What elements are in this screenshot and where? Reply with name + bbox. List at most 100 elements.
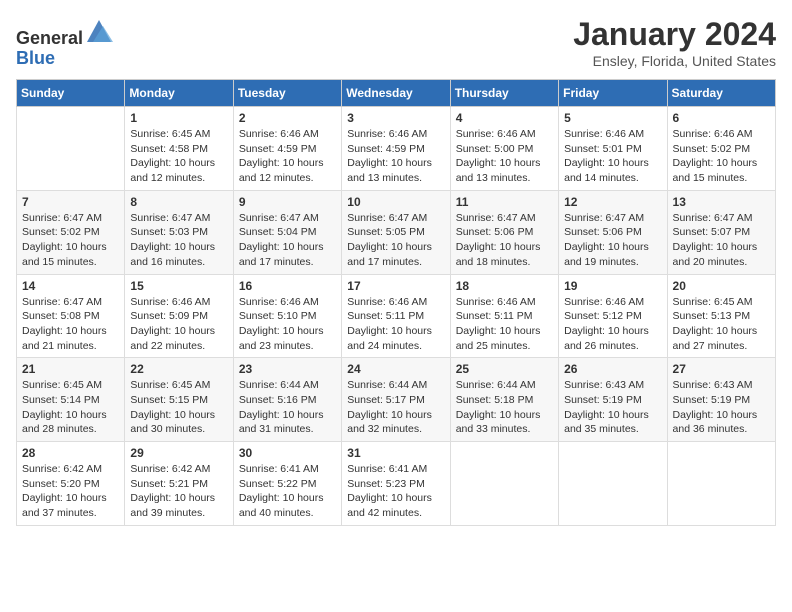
weekday-header-sunday: Sunday	[17, 80, 125, 107]
day-number: 21	[22, 362, 119, 376]
day-number: 17	[347, 279, 444, 293]
calendar-cell: 18 Sunrise: 6:46 AMSunset: 5:11 PMDayligh…	[450, 274, 558, 358]
calendar-body: 1 Sunrise: 6:45 AMSunset: 4:58 PMDaylight…	[17, 107, 776, 526]
calendar-cell: 31 Sunrise: 6:41 AMSunset: 5:23 PMDayligh…	[342, 442, 450, 526]
day-number: 28	[22, 446, 119, 460]
day-info: Sunrise: 6:47 AMSunset: 5:06 PMDaylight:…	[456, 211, 553, 270]
day-number: 30	[239, 446, 336, 460]
calendar-cell: 7 Sunrise: 6:47 AMSunset: 5:02 PMDaylight…	[17, 190, 125, 274]
day-info: Sunrise: 6:46 AMSunset: 5:11 PMDaylight:…	[456, 295, 553, 354]
week-row-1: 1 Sunrise: 6:45 AMSunset: 4:58 PMDaylight…	[17, 107, 776, 191]
day-info: Sunrise: 6:43 AMSunset: 5:19 PMDaylight:…	[673, 378, 770, 437]
day-number: 11	[456, 195, 553, 209]
day-number: 23	[239, 362, 336, 376]
day-info: Sunrise: 6:46 AMSunset: 4:59 PMDaylight:…	[239, 127, 336, 186]
calendar-cell: 3Sunrise: 6:46 AMSunset: 4:59 PMDaylight…	[342, 107, 450, 191]
day-number: 22	[130, 362, 227, 376]
calendar-cell: 24Sunrise: 6:44 AMSunset: 5:17 PMDayligh…	[342, 358, 450, 442]
day-info: Sunrise: 6:47 AMSunset: 5:08 PMDaylight:…	[22, 295, 119, 354]
calendar-cell: 19Sunrise: 6:46 AMSunset: 5:12 PMDayligh…	[559, 274, 667, 358]
day-info: Sunrise: 6:46 AMSunset: 5:11 PMDaylight:…	[347, 295, 444, 354]
day-info: Sunrise: 6:45 AMSunset: 5:14 PMDaylight:…	[22, 378, 119, 437]
calendar-cell: 10 Sunrise: 6:47 AMSunset: 5:05 PMDayligh…	[342, 190, 450, 274]
calendar-cell: 13Sunrise: 6:47 AMSunset: 5:07 PMDayligh…	[667, 190, 775, 274]
calendar-cell: 29 Sunrise: 6:42 AMSunset: 5:21 PMDayligh…	[125, 442, 233, 526]
calendar-cell: 2 Sunrise: 6:46 AMSunset: 4:59 PMDaylight…	[233, 107, 341, 191]
day-info: Sunrise: 6:44 AMSunset: 5:16 PMDaylight:…	[239, 378, 336, 437]
calendar-cell: 25 Sunrise: 6:44 AMSunset: 5:18 PMDayligh…	[450, 358, 558, 442]
logo-general-text: General	[16, 28, 83, 48]
logo-blue-text: Blue	[16, 48, 55, 68]
day-info: Sunrise: 6:47 AMSunset: 5:07 PMDaylight:…	[673, 211, 770, 270]
calendar-cell: 6 Sunrise: 6:46 AMSunset: 5:02 PMDaylight…	[667, 107, 775, 191]
day-number: 27	[673, 362, 770, 376]
day-number: 4	[456, 111, 553, 125]
day-number: 2	[239, 111, 336, 125]
day-number: 1	[130, 111, 227, 125]
day-number: 25	[456, 362, 553, 376]
day-info: Sunrise: 6:47 AMSunset: 5:05 PMDaylight:…	[347, 211, 444, 270]
day-number: 7	[22, 195, 119, 209]
weekday-header-monday: Monday	[125, 80, 233, 107]
day-info: Sunrise: 6:46 AMSunset: 5:09 PMDaylight:…	[130, 295, 227, 354]
calendar-cell: 16Sunrise: 6:46 AMSunset: 5:10 PMDayligh…	[233, 274, 341, 358]
day-info: Sunrise: 6:43 AMSunset: 5:19 PMDaylight:…	[564, 378, 661, 437]
calendar-cell: 15Sunrise: 6:46 AMSunset: 5:09 PMDayligh…	[125, 274, 233, 358]
day-number: 14	[22, 279, 119, 293]
calendar-cell: 21 Sunrise: 6:45 AMSunset: 5:14 PMDayligh…	[17, 358, 125, 442]
day-info: Sunrise: 6:47 AMSunset: 5:02 PMDaylight:…	[22, 211, 119, 270]
location: Ensley, Florida, United States	[573, 53, 776, 69]
day-number: 5	[564, 111, 661, 125]
day-number: 31	[347, 446, 444, 460]
week-row-5: 28 Sunrise: 6:42 AMSunset: 5:20 PMDayligh…	[17, 442, 776, 526]
calendar-cell: 23 Sunrise: 6:44 AMSunset: 5:16 PMDayligh…	[233, 358, 341, 442]
calendar-cell: 8Sunrise: 6:47 AMSunset: 5:03 PMDaylight…	[125, 190, 233, 274]
calendar-cell: 14 Sunrise: 6:47 AMSunset: 5:08 PMDayligh…	[17, 274, 125, 358]
calendar-cell	[450, 442, 558, 526]
day-info: Sunrise: 6:45 AMSunset: 4:58 PMDaylight:…	[130, 127, 227, 186]
month-title: January 2024	[573, 16, 776, 53]
calendar-cell: 4Sunrise: 6:46 AMSunset: 5:00 PMDaylight…	[450, 107, 558, 191]
title-area: January 2024 Ensley, Florida, United Sta…	[573, 16, 776, 69]
calendar: SundayMondayTuesdayWednesdayThursdayFrid…	[16, 79, 776, 526]
calendar-cell: 22 Sunrise: 6:45 AMSunset: 5:15 PMDayligh…	[125, 358, 233, 442]
day-info: Sunrise: 6:44 AMSunset: 5:18 PMDaylight:…	[456, 378, 553, 437]
day-number: 24	[347, 362, 444, 376]
weekday-header-tuesday: Tuesday	[233, 80, 341, 107]
week-row-2: 7 Sunrise: 6:47 AMSunset: 5:02 PMDaylight…	[17, 190, 776, 274]
day-number: 29	[130, 446, 227, 460]
week-row-3: 14 Sunrise: 6:47 AMSunset: 5:08 PMDayligh…	[17, 274, 776, 358]
day-info: Sunrise: 6:41 AMSunset: 5:23 PMDaylight:…	[347, 462, 444, 521]
calendar-cell: 1 Sunrise: 6:45 AMSunset: 4:58 PMDaylight…	[125, 107, 233, 191]
calendar-cell	[17, 107, 125, 191]
week-row-4: 21 Sunrise: 6:45 AMSunset: 5:14 PMDayligh…	[17, 358, 776, 442]
day-info: Sunrise: 6:47 AMSunset: 5:04 PMDaylight:…	[239, 211, 336, 270]
calendar-cell: 12Sunrise: 6:47 AMSunset: 5:06 PMDayligh…	[559, 190, 667, 274]
calendar-cell: 5Sunrise: 6:46 AMSunset: 5:01 PMDaylight…	[559, 107, 667, 191]
day-number: 10	[347, 195, 444, 209]
day-number: 19	[564, 279, 661, 293]
weekday-header-saturday: Saturday	[667, 80, 775, 107]
day-info: Sunrise: 6:42 AMSunset: 5:20 PMDaylight:…	[22, 462, 119, 521]
day-number: 6	[673, 111, 770, 125]
logo-icon	[85, 16, 113, 44]
calendar-cell: 30Sunrise: 6:41 AMSunset: 5:22 PMDayligh…	[233, 442, 341, 526]
day-number: 3	[347, 111, 444, 125]
calendar-cell: 27 Sunrise: 6:43 AMSunset: 5:19 PMDayligh…	[667, 358, 775, 442]
calendar-cell: 17 Sunrise: 6:46 AMSunset: 5:11 PMDayligh…	[342, 274, 450, 358]
day-number: 16	[239, 279, 336, 293]
day-info: Sunrise: 6:45 AMSunset: 5:15 PMDaylight:…	[130, 378, 227, 437]
weekday-header-row: SundayMondayTuesdayWednesdayThursdayFrid…	[17, 80, 776, 107]
day-number: 20	[673, 279, 770, 293]
calendar-cell: 11 Sunrise: 6:47 AMSunset: 5:06 PMDayligh…	[450, 190, 558, 274]
day-number: 9	[239, 195, 336, 209]
weekday-header-friday: Friday	[559, 80, 667, 107]
day-info: Sunrise: 6:46 AMSunset: 5:02 PMDaylight:…	[673, 127, 770, 186]
day-info: Sunrise: 6:42 AMSunset: 5:21 PMDaylight:…	[130, 462, 227, 521]
day-info: Sunrise: 6:47 AMSunset: 5:06 PMDaylight:…	[564, 211, 661, 270]
calendar-cell: 9 Sunrise: 6:47 AMSunset: 5:04 PMDaylight…	[233, 190, 341, 274]
day-number: 18	[456, 279, 553, 293]
header: General Blue January 2024 Ensley, Florid…	[16, 16, 776, 69]
calendar-cell	[559, 442, 667, 526]
day-info: Sunrise: 6:47 AMSunset: 5:03 PMDaylight:…	[130, 211, 227, 270]
